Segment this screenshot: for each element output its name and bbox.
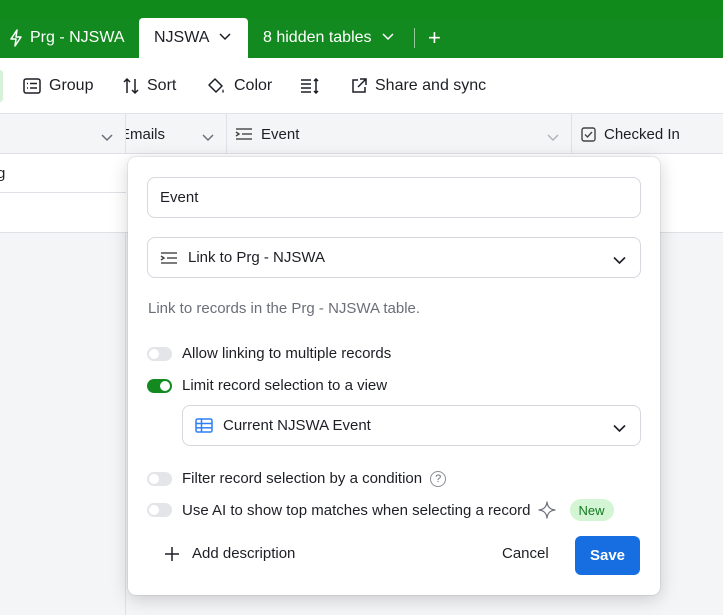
- table-tab-bar: Prg - NJSWA NJSWA 8 hidden tables +: [0, 0, 723, 58]
- column-header-primary[interactable]: [0, 114, 126, 154]
- hidden-tables-dropdown[interactable]: 8 hidden tables: [263, 18, 394, 58]
- group-icon: [23, 78, 41, 94]
- tab-label: Prg - NJSWA: [30, 29, 125, 46]
- chevron-down-icon[interactable]: [202, 129, 214, 146]
- add-description-label: Add description: [192, 545, 296, 562]
- field-type-description: Link to records in the Prg - NJSWA table…: [148, 300, 421, 317]
- cancel-button[interactable]: Cancel: [502, 545, 549, 562]
- save-button[interactable]: Save: [575, 536, 640, 575]
- sparkle-icon: [537, 501, 556, 519]
- chevron-down-icon: [382, 33, 394, 43]
- group-button[interactable]: Group: [23, 58, 93, 114]
- add-table-button[interactable]: +: [428, 18, 441, 58]
- column-header-event[interactable]: Event: [227, 114, 572, 154]
- column-header-emails[interactable]: Emails: [126, 114, 227, 154]
- option-filter-condition[interactable]: Filter record selection by a condition ?: [147, 470, 447, 487]
- toggle-switch[interactable]: [147, 346, 172, 361]
- option-limit-view[interactable]: Limit record selection to a view: [147, 377, 387, 394]
- add-description-button[interactable]: Add description: [164, 545, 295, 562]
- column-divider: [125, 233, 126, 615]
- selected-view-label: Current NJSWA Event: [223, 417, 371, 434]
- toggle-switch[interactable]: [147, 503, 172, 517]
- view-toolbar: Group Sort Color Share and sync: [0, 58, 723, 114]
- new-badge: New: [569, 499, 614, 521]
- table-row[interactable]: g: [0, 154, 126, 193]
- checkbox-icon: [581, 126, 596, 142]
- field-type-select[interactable]: Link to Prg - NJSWA: [147, 237, 641, 278]
- hidden-tables-label: 8 hidden tables: [263, 29, 372, 46]
- bolt-icon: [8, 29, 24, 47]
- option-allow-multiple[interactable]: Allow linking to multiple records: [147, 345, 391, 362]
- column-header-checked-in[interactable]: Checked In: [572, 114, 723, 154]
- link-field-icon: [160, 251, 177, 264]
- option-label: Allow linking to multiple records: [182, 345, 392, 362]
- sort-icon: [123, 77, 139, 95]
- column-label: Emails: [126, 125, 166, 143]
- sort-label: Sort: [147, 77, 177, 94]
- paint-bucket-icon: [208, 78, 224, 93]
- grid-view-icon: [195, 418, 213, 433]
- tab-njswa-active[interactable]: NJSWA: [139, 18, 248, 58]
- chevron-down-icon: [613, 252, 626, 269]
- chevron-down-icon[interactable]: [101, 129, 113, 146]
- share-sync-button[interactable]: Share and sync: [351, 58, 486, 114]
- grid-header: Emails Event Checked In: [0, 114, 723, 154]
- field-type-label: Link to Prg - NJSWA: [188, 249, 325, 266]
- external-link-icon: [352, 78, 367, 93]
- help-icon[interactable]: ?: [430, 470, 447, 487]
- chevron-down-icon[interactable]: [547, 129, 559, 146]
- column-label: Event: [261, 125, 300, 143]
- row-height-icon: [301, 78, 319, 94]
- plus-icon: +: [428, 25, 441, 50]
- active-view-edge: [0, 70, 3, 102]
- toggle-switch[interactable]: [147, 471, 172, 486]
- group-label: Group: [49, 77, 94, 94]
- chevron-down-icon: [613, 420, 626, 437]
- cell-text: g: [0, 164, 6, 182]
- color-button[interactable]: Color: [206, 58, 272, 114]
- color-label: Color: [234, 77, 273, 94]
- tab-divider: [414, 28, 415, 48]
- option-ai-matches[interactable]: Use AI to show top matches when selectin…: [147, 499, 614, 521]
- plus-icon: [165, 546, 179, 561]
- tab-prg-njswa[interactable]: Prg - NJSWA: [8, 18, 125, 58]
- option-label: Filter record selection by a condition: [182, 470, 423, 487]
- link-field-icon: [235, 128, 252, 140]
- view-select[interactable]: Current NJSWA Event: [182, 405, 641, 446]
- option-label: Use AI to show top matches when selectin…: [182, 501, 531, 519]
- chevron-down-icon[interactable]: [219, 33, 231, 43]
- field-name-value: Event: [160, 189, 199, 206]
- row-height-button[interactable]: [300, 58, 328, 114]
- field-config-dialog: Event Link to Prg - NJSWA Link to record…: [128, 157, 660, 595]
- sort-button[interactable]: Sort: [123, 58, 176, 114]
- option-label: Limit record selection to a view: [182, 377, 388, 394]
- tab-label: NJSWA: [154, 29, 210, 46]
- toggle-switch-on[interactable]: [147, 378, 172, 393]
- share-label: Share and sync: [375, 77, 487, 94]
- top-strip: [0, 0, 723, 18]
- column-label: Checked In: [604, 125, 680, 143]
- field-name-input[interactable]: Event: [147, 177, 641, 218]
